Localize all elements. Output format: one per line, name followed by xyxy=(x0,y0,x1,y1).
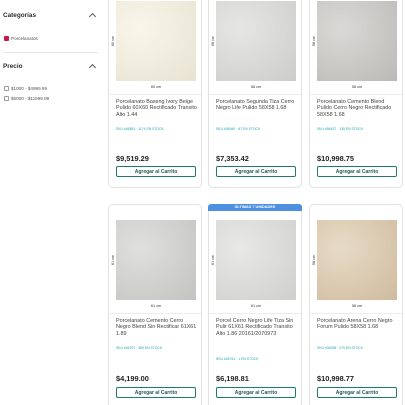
add-to-cart-button[interactable]: Agregar al Carrito xyxy=(317,387,397,398)
product-image[interactable]: 58 cm 58 cm xyxy=(211,1,296,89)
tile-dimension-bottom: 58 cm xyxy=(250,85,262,89)
product-card[interactable]: 61 cm 61 cm Porcelanato Cemento Cerro Ne… xyxy=(108,204,202,405)
product-name[interactable]: Porcelanato Arena Cerro Negro Forum Puli… xyxy=(317,318,399,331)
tile-dimension-side: 60 cm xyxy=(111,35,116,47)
product-sku: SKU #36938 · 275 EN STOCK xyxy=(317,346,364,350)
product-price: $10,998.77 xyxy=(317,374,354,383)
product-sku: SKU #46761 · 1 EN STOCK xyxy=(216,357,259,361)
stock-ribbon: ÚLTIMAS 7 UNIDADES xyxy=(208,204,302,211)
product-name[interactable]: Porcelanato Baseng Ivory Beige Pulido 60… xyxy=(116,99,198,118)
product-image[interactable]: 58 cm 58 cm xyxy=(312,1,397,89)
add-to-cart-button[interactable]: Agregar al Carrito xyxy=(116,166,196,177)
product-name[interactable]: Porcelanato Cemento Cerro Negro Blend Si… xyxy=(116,318,198,337)
tile-dimension-side: 58 cm xyxy=(211,35,216,47)
tile-swatch xyxy=(317,220,397,300)
add-to-cart-button[interactable]: Agregar al Carrito xyxy=(116,387,196,398)
tile-dimension-bottom: 61 cm xyxy=(250,304,262,308)
product-price: $4,199.00 xyxy=(116,374,149,383)
product-sku: SKU #96437 · 135 EN STOCK xyxy=(317,127,364,131)
price-filter-title: Precio xyxy=(3,63,23,70)
product-price: $7,353.42 xyxy=(216,154,249,163)
product-image[interactable]: 60 cm 60 cm xyxy=(111,1,196,89)
chevron-up-icon[interactable] xyxy=(88,63,97,72)
product-image[interactable]: 61 cm 61 cm xyxy=(111,220,196,308)
checkbox-checked-icon[interactable] xyxy=(4,36,9,41)
categories-filter-header[interactable]: Categorías xyxy=(3,12,98,21)
card-divider xyxy=(209,313,301,314)
filter-sidebar: Categorías Porcelanatos Precio $1000 - $… xyxy=(0,0,102,405)
product-name[interactable]: Porcel Cerro Negro Life Tiza Sin Pulir 6… xyxy=(216,318,298,337)
tile-dimension-bottom: 61 cm xyxy=(150,304,162,308)
tile-dimension-side: 58 cm xyxy=(312,254,317,266)
add-to-cart-button[interactable]: Agregar al Carrito xyxy=(216,387,296,398)
tile-swatch xyxy=(216,220,296,300)
product-name[interactable]: Porcelanato Segunda Tiza Cerro Negro Lif… xyxy=(216,99,298,112)
product-card[interactable]: 58 cm 58 cm Porcelanato Cemento Blend Pu… xyxy=(309,0,403,188)
product-image[interactable]: 61 cm 61 cm xyxy=(211,220,296,308)
category-option-label: Porcelanatos xyxy=(11,36,38,41)
product-card[interactable]: 60 cm 60 cm Porcelanato Baseng Ivory Bei… xyxy=(108,0,202,188)
card-divider xyxy=(310,313,402,314)
tile-dimension-bottom: 58 cm xyxy=(351,85,363,89)
card-divider xyxy=(109,313,201,314)
checkbox-icon[interactable] xyxy=(4,96,9,101)
price-option-2[interactable]: $5000 - $11999.99 xyxy=(4,96,49,101)
categories-filter-title: Categorías xyxy=(3,12,37,19)
category-option-porcelanatos[interactable]: Porcelanatos xyxy=(4,36,38,41)
card-divider xyxy=(310,94,402,95)
price-option-1[interactable]: $1000 - $4999.99 xyxy=(4,86,47,91)
card-divider xyxy=(209,94,301,95)
checkbox-icon[interactable] xyxy=(4,86,9,91)
tile-dimension-bottom: 60 cm xyxy=(150,85,162,89)
product-sku: SKU #46851 · 1174 EN STOCK xyxy=(116,127,164,131)
product-name[interactable]: Porcelanato Cemento Blend Pulido Cerro N… xyxy=(317,99,399,118)
card-divider xyxy=(109,94,201,95)
add-to-cart-button[interactable]: Agregar al Carrito xyxy=(216,166,296,177)
tile-swatch xyxy=(317,1,397,81)
price-option-label: $5000 - $11999.99 xyxy=(11,96,50,101)
tile-dimension-bottom: 58 cm xyxy=(351,304,363,308)
product-price: $10,998.75 xyxy=(317,154,354,163)
price-option-label: $1000 - $4999.99 xyxy=(11,86,48,91)
product-card[interactable]: 58 cm 58 cm Porcelanato Arena Cerro Negr… xyxy=(309,204,403,405)
product-price: $6,198.81 xyxy=(216,374,249,383)
product-image[interactable]: 58 cm 58 cm xyxy=(312,220,397,308)
tile-dimension-side: 61 cm xyxy=(211,254,216,266)
chevron-up-icon[interactable] xyxy=(88,12,97,21)
product-price: $9,519.29 xyxy=(116,154,149,163)
tile-swatch xyxy=(116,220,196,300)
tile-swatch xyxy=(116,1,196,81)
price-filter-header[interactable]: Precio xyxy=(3,63,98,72)
tile-dimension-side: 61 cm xyxy=(111,254,116,266)
product-sku: SKU #36940 · 67 EN STOCK xyxy=(216,127,261,131)
product-card[interactable]: 58 cm 58 cm Porcelanato Segunda Tiza Cer… xyxy=(208,0,302,188)
product-card[interactable]: ÚLTIMAS 7 UNIDADES 61 cm 61 cm Porcel Ce… xyxy=(208,204,302,405)
tile-dimension-side: 58 cm xyxy=(312,35,317,47)
product-sku: SKU #46767 · 389 EN STOCK xyxy=(116,346,163,350)
tile-swatch xyxy=(216,1,296,81)
filter-divider xyxy=(3,52,98,53)
add-to-cart-button[interactable]: Agregar al Carrito xyxy=(317,166,397,177)
